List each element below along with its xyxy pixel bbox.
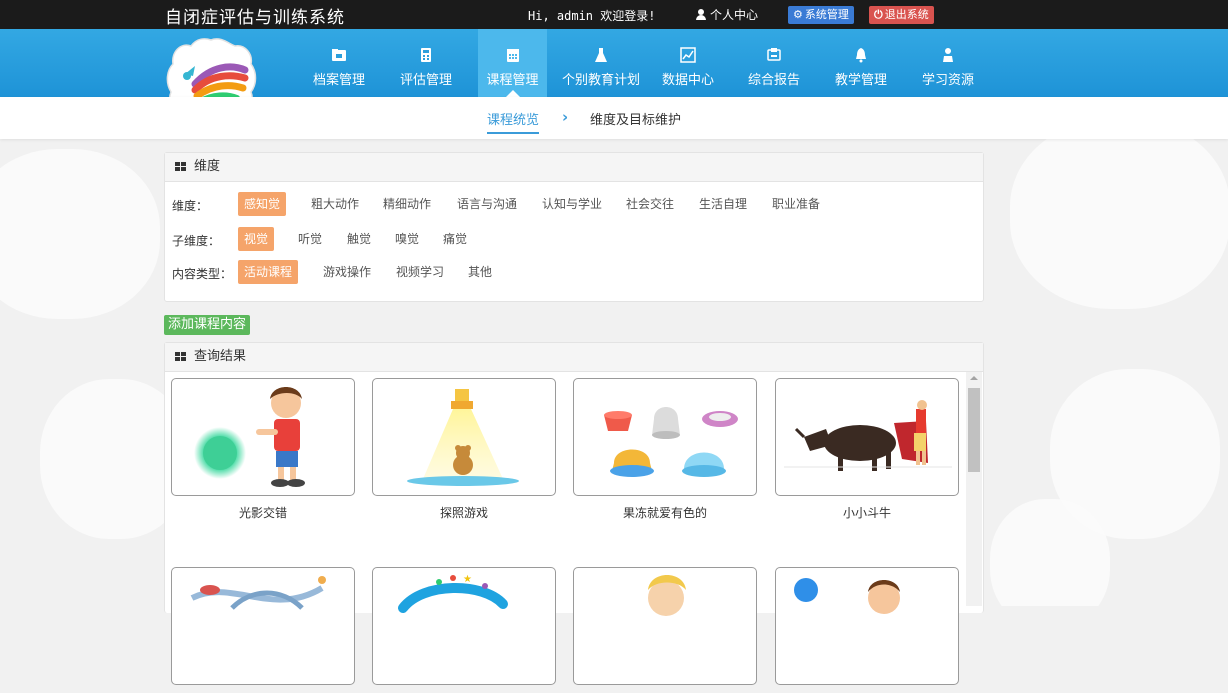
course-card[interactable] (775, 567, 959, 693)
dimension-option[interactable]: 认知与学业 (536, 192, 608, 216)
nav-label: 综合报告 (747, 73, 800, 88)
chart-icon (680, 47, 696, 63)
nav-label: 课程管理 (486, 73, 539, 88)
course-card[interactable]: 果冻就爱有色的 (573, 378, 757, 521)
sub-dimension-option[interactable]: 触觉 (341, 227, 377, 251)
dimension-option[interactable]: 感知觉 (238, 192, 287, 216)
filter-panel-title: 维度 (194, 159, 221, 174)
svg-text:★: ★ (463, 574, 472, 585)
course-title: 小小斗牛 (842, 506, 891, 520)
chevron-right-icon: › (562, 108, 569, 126)
system-admin-label: 系统管理 (804, 8, 849, 21)
nav-label: 评估管理 (399, 73, 452, 88)
course-title: 光影交错 (238, 506, 287, 520)
sub-nav: 课程统览 › 维度及目标维护 (0, 97, 1228, 139)
nav-label: 数据中心 (661, 73, 714, 88)
course-thumbnail (775, 567, 959, 685)
calculator-icon (421, 48, 431, 62)
nav-label: 档案管理 (312, 73, 365, 88)
sub-dimension-option[interactable]: 视觉 (238, 227, 275, 251)
sub-dimension-option[interactable]: 听觉 (292, 227, 328, 251)
dimension-option[interactable]: 职业准备 (766, 192, 826, 216)
nav-label: 教学管理 (834, 73, 887, 88)
greeting-text: Hi, admin 欢迎登录! (528, 9, 656, 23)
content-type-option[interactable]: 视频学习 (390, 260, 450, 284)
dimension-option[interactable]: 生活自理 (693, 192, 753, 216)
user-stand-icon (943, 48, 953, 62)
nav-teaching-management[interactable]: 教学管理 (830, 29, 892, 97)
gear-icon: ⚙ (793, 8, 803, 21)
course-card[interactable]: 小小斗牛 (775, 378, 959, 521)
filter-label: 维度： (172, 199, 209, 213)
course-thumbnail (372, 378, 556, 496)
filter-panel: 维度 维度： 感知觉 粗大动作 精细动作 语言与沟通 认知与学业 社会交往 生活… (164, 152, 984, 302)
tab-course-overview[interactable]: 课程统览 (487, 109, 540, 134)
user-icon (696, 9, 706, 20)
course-thumbnail (171, 567, 355, 685)
top-bar: 自闭症评估与训练系统 Hi, admin 欢迎登录! 个人中心 ⚙ 系统管理 ⏻ 退… (0, 0, 1228, 29)
folder-icon (332, 49, 346, 61)
course-card[interactable]: ★ (372, 567, 556, 693)
course-thumbnail (171, 378, 355, 496)
course-card[interactable]: 光影交错 (171, 378, 355, 521)
results-scrollbar[interactable] (966, 372, 982, 606)
nav-assessment-management[interactable]: 评估管理 (395, 29, 457, 97)
user-center-link[interactable]: 个人中心 (696, 6, 758, 23)
course-card[interactable] (171, 567, 355, 693)
nav-label: 个别教育计划 (562, 73, 641, 88)
filter-label: 内容类型： (172, 267, 233, 281)
nav-iep[interactable]: 个别教育计划 (562, 29, 640, 97)
filter-label: 子维度： (172, 234, 221, 248)
nav-learning-resources[interactable]: 学习资源 (917, 29, 979, 97)
add-course-content-button[interactable]: 添加课程内容 (164, 315, 251, 335)
course-thumbnail (775, 378, 959, 496)
course-title: 果冻就爱有色的 (622, 506, 707, 520)
sub-dimension-option[interactable]: 嗅觉 (389, 227, 425, 251)
dimension-option[interactable]: 语言与沟通 (451, 192, 523, 216)
results-panel-title: 查询结果 (194, 349, 247, 364)
course-thumbnail (573, 378, 757, 496)
filter-panel-header: 维度 (165, 153, 983, 182)
results-panel-header: 查询结果 (165, 343, 983, 372)
logout-button[interactable]: ⏻ 退出系统 (869, 6, 934, 24)
course-thumbnail: ★ (372, 567, 556, 685)
flask-icon (595, 48, 607, 62)
course-card[interactable]: 探照游戏 (372, 378, 556, 521)
content-type-option[interactable]: 其他 (462, 260, 498, 284)
system-admin-button[interactable]: ⚙ 系统管理 (788, 6, 854, 24)
scroll-up-icon[interactable] (970, 376, 978, 380)
power-icon: ⏻ (874, 8, 883, 21)
system-title: 自闭症评估与训练系统 (165, 8, 345, 28)
dimension-option[interactable]: 粗大动作 (305, 192, 365, 216)
tab-dimension-maintenance[interactable]: 维度及目标维护 (590, 109, 681, 128)
logout-label: 退出系统 (884, 8, 929, 21)
nav-archive-management[interactable]: 档案管理 (308, 29, 370, 97)
user-center-label: 个人中心 (710, 8, 759, 22)
nav-label: 学习资源 (921, 73, 974, 88)
grid-icon (175, 162, 186, 171)
content-type-option[interactable]: 游戏操作 (317, 260, 377, 284)
nav-data-center[interactable]: 数据中心 (657, 29, 719, 97)
report-icon (767, 48, 781, 61)
scrollbar-thumb[interactable] (968, 388, 980, 472)
nav-comprehensive-report[interactable]: 综合报告 (743, 29, 805, 97)
dimension-option[interactable]: 精细动作 (377, 192, 437, 216)
content-type-option[interactable]: 活动课程 (238, 260, 299, 284)
course-title: 探照游戏 (439, 506, 488, 520)
bell-icon (856, 48, 866, 63)
sub-dimension-option[interactable]: 痛觉 (437, 227, 473, 251)
calendar-icon (506, 49, 519, 62)
nav-course-management[interactable]: 课程管理 (478, 29, 547, 97)
course-thumbnail (573, 567, 757, 685)
dimension-option[interactable]: 社会交往 (620, 192, 680, 216)
grid-icon (175, 352, 186, 361)
course-card[interactable] (573, 567, 757, 693)
